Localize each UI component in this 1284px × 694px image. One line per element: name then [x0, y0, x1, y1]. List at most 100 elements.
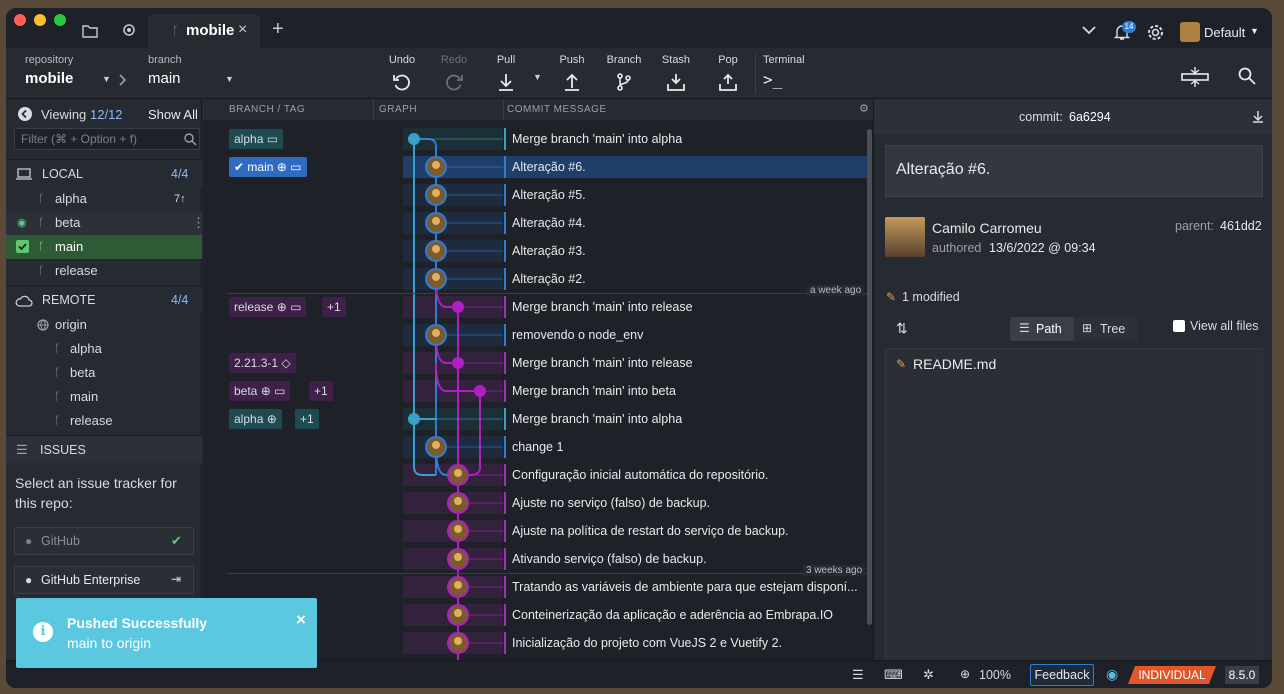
commit-row[interactable]: Alteração #3.	[504, 240, 864, 262]
minimize-window-button[interactable]	[34, 14, 46, 26]
version-badge: 8.5.0	[1225, 666, 1259, 684]
commit-row[interactable]: Merge branch 'main' into alpha	[504, 128, 864, 150]
eye-icon[interactable]: ◉	[17, 211, 27, 235]
github-enterprise-button[interactable]: ● GitHub Enterprise ⇥	[14, 566, 194, 594]
commit-sha[interactable]: 6a6294	[1069, 110, 1111, 124]
commit-label: commit:	[1019, 110, 1063, 124]
branch-button[interactable]: Branch	[598, 54, 650, 92]
issues-section-header[interactable]: ☰ ISSUES	[6, 435, 202, 463]
tag-label: 2.21.3-1	[234, 356, 279, 370]
commit-row[interactable]: Inicialização do projeto com VueJS 2 e V…	[504, 632, 864, 654]
terminal-button[interactable]: Terminal >_	[763, 54, 805, 89]
tag-extra-count[interactable]: +1	[322, 297, 346, 317]
tag-release[interactable]: release ⊕ ▭	[229, 297, 307, 317]
maximize-window-button[interactable]	[54, 14, 66, 26]
commit-row[interactable]: Merge branch 'main' into release	[504, 296, 864, 318]
caret-down-icon[interactable]: ▼	[1250, 26, 1259, 36]
redo-button[interactable]: Redo	[428, 54, 480, 92]
repo-caret-icon[interactable]: ▼	[102, 74, 111, 84]
show-all-button[interactable]: Show All	[148, 107, 198, 122]
path-view-button[interactable]: ☰ Path	[1010, 317, 1074, 341]
commit-row[interactable]: Ajuste na política de restart do serviço…	[504, 520, 864, 542]
github-button[interactable]: ● GitHub ✔	[14, 527, 194, 555]
tag-extra-count[interactable]: +1	[309, 381, 333, 401]
scrollbar[interactable]	[867, 129, 872, 625]
sort-icon[interactable]: ⇅	[896, 320, 908, 337]
commit-row[interactable]: change 1	[504, 436, 864, 458]
tag-alpha[interactable]: alpha ▭	[229, 129, 284, 149]
commit-row[interactable]: removendo o node_env	[504, 324, 864, 346]
branch-icon: ᚴ	[38, 193, 45, 205]
sidebar-item-release[interactable]: ᚴ release	[6, 259, 202, 283]
filter-input[interactable]: Filter (⌘ + Option + f)	[14, 128, 200, 150]
push-button[interactable]: Push	[546, 54, 598, 92]
profile-name[interactable]: Default	[1204, 25, 1245, 40]
folder-icon[interactable]	[82, 24, 98, 38]
remote-section-header[interactable]: REMOTE 4/4	[6, 285, 202, 313]
list-icon[interactable]: ☰	[852, 667, 864, 683]
sidebar-item-origin-beta[interactable]: ᚴ beta	[6, 361, 202, 385]
tag-beta[interactable]: beta ⊕ ▭	[229, 381, 291, 401]
sidebar-item-alpha[interactable]: ᚴ alpha 7↑	[6, 187, 202, 211]
gear-icon[interactable]	[1147, 24, 1164, 41]
download-icon[interactable]	[1252, 110, 1264, 123]
stash-button[interactable]: Stash	[650, 54, 702, 92]
search-icon[interactable]	[1238, 67, 1256, 85]
sidebar-item-origin-alpha[interactable]: ᚴ alpha	[6, 337, 202, 361]
undo-button[interactable]: Undo	[376, 54, 428, 92]
path-label: Path	[1036, 322, 1062, 336]
tag-alpha-remote[interactable]: alpha ⊕	[229, 409, 282, 429]
commit-row[interactable]: Merge branch 'main' into release	[504, 352, 864, 374]
add-tab-button[interactable]: +	[272, 18, 284, 41]
commit-row[interactable]: Configuração inicial automática do repos…	[504, 464, 864, 486]
app-window: ᚴ mobile × + 14 Default ▼ repository mob…	[6, 8, 1272, 688]
tree-view-button[interactable]: ⊞ Tree	[1074, 317, 1138, 341]
commit-row[interactable]: Merge branch 'main' into alpha	[504, 408, 864, 430]
pull-button[interactable]: Pull	[480, 54, 532, 92]
branch-name[interactable]: main	[148, 70, 181, 87]
sidebar-item-origin-release[interactable]: ᚴ release	[6, 409, 202, 433]
gift-icon[interactable]: ✲	[923, 667, 934, 683]
gitkraken-icon[interactable]	[122, 23, 136, 37]
close-window-button[interactable]	[14, 14, 26, 26]
commit-row[interactable]: Alteração #5.	[504, 184, 864, 206]
sidebar-item-origin-main[interactable]: ᚴ main	[6, 385, 202, 409]
commit-row[interactable]: Alteração #4.	[504, 212, 864, 234]
sidebar-item-main[interactable]: ᚴ main	[6, 235, 202, 259]
pop-button[interactable]: Pop	[702, 54, 754, 92]
layout-toggle-icon[interactable]	[1180, 66, 1210, 88]
branch-caret-icon[interactable]: ▼	[225, 74, 234, 84]
pull-caret-icon[interactable]: ▼	[533, 72, 542, 82]
commit-summary-box[interactable]: Alteração #6.	[885, 145, 1263, 197]
zoom-level[interactable]: 100%	[979, 668, 1011, 682]
settings-icon[interactable]: ⚙	[859, 102, 869, 115]
profile-avatar[interactable]	[1180, 22, 1200, 42]
chevron-down-icon[interactable]	[1082, 26, 1096, 35]
tag-version[interactable]: 2.21.3-1 ◇	[229, 353, 296, 373]
local-section-header[interactable]: LOCAL 4/4	[6, 159, 202, 187]
commit-row[interactable]: Merge branch 'main' into beta	[504, 380, 864, 402]
viewing-label: Viewing	[41, 107, 87, 122]
keyboard-icon[interactable]: ⌨	[884, 667, 903, 683]
commit-row[interactable]: Conteinerização da aplicação e aderência…	[504, 604, 864, 626]
pull-icon	[499, 74, 513, 91]
back-arrow-icon[interactable]	[18, 107, 32, 121]
commit-row[interactable]: Ajuste no serviço (falso) de backup.	[504, 492, 864, 514]
repo-name[interactable]: mobile	[25, 70, 73, 87]
tab-mobile[interactable]: ᚴ mobile ×	[148, 14, 260, 48]
view-all-checkbox[interactable]	[1173, 320, 1185, 332]
feedback-button[interactable]: Feedback	[1030, 664, 1094, 686]
tab-close-icon[interactable]: ×	[238, 21, 247, 39]
sidebar-item-beta[interactable]: ◉ ᚴ beta ⋮	[6, 211, 205, 235]
target-icon: ⊕	[260, 384, 271, 398]
tag-extra-count[interactable]: +1	[295, 409, 319, 429]
commit-row[interactable]: Tratando as variáveis de ambiente para q…	[504, 576, 864, 598]
sidebar-item-origin[interactable]: origin	[6, 313, 202, 337]
parent-sha[interactable]: 461dd2	[1220, 219, 1262, 233]
tag-main[interactable]: ✔ main ⊕ ▭	[229, 157, 307, 177]
commit-detail-panel: commit: 6a6294 Alteração #6. Camilo Carr…	[873, 99, 1272, 668]
toast-close-icon[interactable]: ×	[296, 610, 306, 630]
file-list: ✎ README.md	[885, 348, 1263, 664]
file-item[interactable]: ✎ README.md	[886, 349, 1262, 379]
commit-row[interactable]: Alteração #6.	[504, 156, 864, 178]
